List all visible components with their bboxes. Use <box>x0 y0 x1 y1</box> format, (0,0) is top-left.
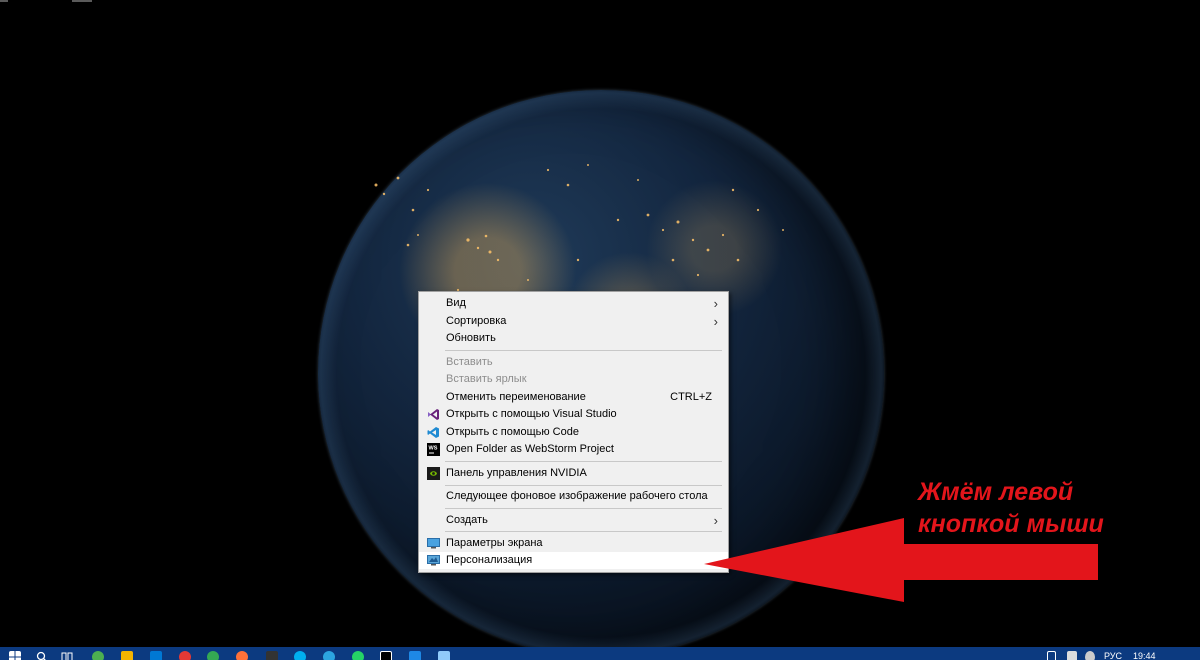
menu-item-label: Вставить <box>446 356 493 368</box>
menu-item-open-visual-studio[interactable]: Открыть с помощью Visual Studio <box>421 406 726 423</box>
annotation-line-1: Жмём левой <box>918 478 1074 506</box>
menu-item-undo-rename[interactable]: Отменить переименование CTRL+Z <box>421 389 726 406</box>
app-icon[interactable] <box>92 651 104 660</box>
language-indicator[interactable]: РУС <box>1104 652 1122 660</box>
menu-item-shortcut: CTRL+Z <box>670 391 712 403</box>
tray-icon[interactable] <box>1047 651 1056 660</box>
vscode-icon <box>427 427 439 438</box>
menu-separator <box>445 508 722 509</box>
skype-icon[interactable] <box>294 651 306 660</box>
display-settings-icon <box>427 538 440 549</box>
visual-studio-code-taskbar-icon[interactable] <box>150 651 162 660</box>
battery-icon[interactable] <box>1067 651 1077 660</box>
menu-separator <box>445 350 722 351</box>
menu-item-new[interactable]: Создать › <box>421 512 726 529</box>
menu-item-view[interactable]: Вид › <box>421 295 726 312</box>
menu-item-nvidia-control-panel[interactable]: Панель управления NVIDIA <box>421 465 726 482</box>
menu-item-label: Отменить переименование <box>446 391 586 403</box>
chrome-icon[interactable] <box>207 651 219 660</box>
menu-item-open-code[interactable]: Открыть с помощью Code <box>421 424 726 441</box>
menu-item-label: Вставить ярлык <box>446 373 527 385</box>
app-icon[interactable] <box>438 651 450 660</box>
menu-item-label: Open Folder as WebStorm Project <box>446 443 614 455</box>
menu-item-label: Следующее фоновое изображение рабочего с… <box>446 490 708 502</box>
volume-icon[interactable] <box>1085 651 1095 660</box>
nvidia-icon <box>427 467 440 480</box>
menu-item-display-settings[interactable]: Параметры экрана <box>421 535 726 552</box>
menu-item-label: Сортировка <box>446 315 507 327</box>
menu-item-next-wallpaper[interactable]: Следующее фоновое изображение рабочего с… <box>421 488 726 505</box>
menu-separator <box>445 485 722 486</box>
menu-item-refresh[interactable]: Обновить <box>421 330 726 347</box>
google-drive-icon[interactable] <box>121 651 133 660</box>
search-icon[interactable] <box>36 651 48 660</box>
desktop-icon-fragment <box>72 0 92 2</box>
start-windows-icon[interactable] <box>9 651 21 660</box>
telegram-icon[interactable] <box>323 651 335 660</box>
clock[interactable]: 19:44 <box>1133 652 1156 660</box>
menu-item-sort[interactable]: Сортировка › <box>421 313 726 330</box>
menu-item-label: Обновить <box>446 332 496 344</box>
desktop-icon-fragment <box>0 0 8 2</box>
visual-studio-icon <box>428 409 439 420</box>
firefox-icon[interactable] <box>236 651 248 660</box>
taskbar: РУС 19:44 <box>0 647 1200 660</box>
menu-item-label: Открыть с помощью Code <box>446 426 579 438</box>
webstorm-taskbar-icon[interactable] <box>380 651 392 660</box>
menu-item-paste-shortcut: Вставить ярлык <box>421 371 726 388</box>
desktop-context-menu: Вид › Сортировка › Обновить Вставить Вст… <box>418 291 729 573</box>
menu-item-personalization[interactable]: Персонализация <box>419 552 728 569</box>
menu-item-label: Создать <box>446 514 488 526</box>
menu-separator <box>445 461 722 462</box>
menu-item-label: Открыть с помощью Visual Studio <box>446 408 617 420</box>
whatsapp-icon[interactable] <box>352 651 364 660</box>
task-view-icon[interactable] <box>61 651 73 660</box>
personalization-icon <box>427 555 440 566</box>
menu-item-label: Панель управления NVIDIA <box>446 467 587 479</box>
chevron-right-icon: › <box>713 296 718 311</box>
webstorm-icon: WS <box>427 443 440 456</box>
app-icon[interactable] <box>179 651 191 660</box>
annotation-arrow <box>704 518 1098 602</box>
svg-text:WS: WS <box>429 446 438 452</box>
menu-item-open-webstorm[interactable]: WS Open Folder as WebStorm Project <box>421 441 726 458</box>
menu-item-paste: Вставить <box>421 354 726 371</box>
menu-item-label: Параметры экрана <box>446 537 543 549</box>
app-icon[interactable] <box>266 651 278 660</box>
menu-separator <box>445 531 722 532</box>
menu-item-label: Вид <box>446 297 466 309</box>
app-icon[interactable] <box>409 651 421 660</box>
menu-item-label: Персонализация <box>446 554 533 566</box>
chevron-right-icon: › <box>713 314 718 329</box>
